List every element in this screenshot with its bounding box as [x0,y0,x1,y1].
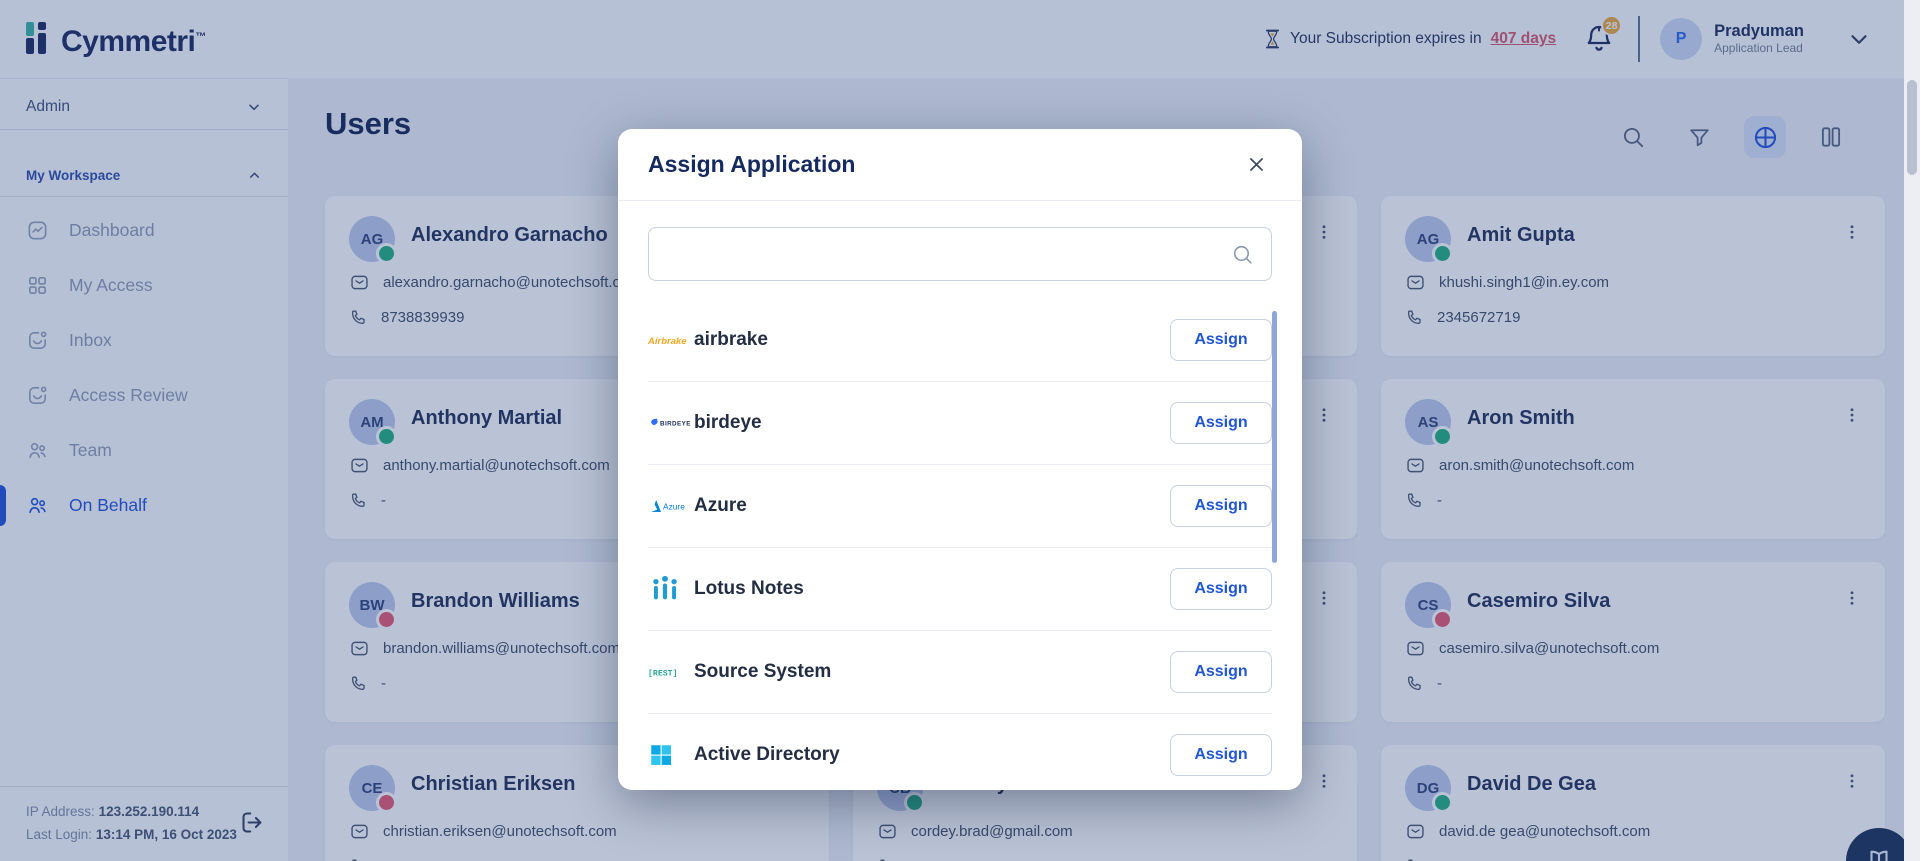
close-icon [1247,155,1266,174]
azure-logo-icon: Azure [648,497,694,515]
assign-application-modal: Assign Application Airbrake airbrake Ass… [618,129,1302,790]
assign-button[interactable]: Assign [1170,568,1272,610]
birdeye-logo-icon: BIRDEYE [648,414,694,432]
assign-button[interactable]: Assign [1170,485,1272,527]
modal-list-scrollbar[interactable] [1272,311,1277,563]
scrollbar-thumb[interactable] [1907,80,1917,175]
app-name: birdeye [694,412,762,434]
rest-logo-icon: [REST] [648,664,694,680]
search-icon [1230,242,1255,267]
application-list: Airbrake airbrake Assign BIRDEYE birdeye… [648,299,1272,790]
active-directory-logo-icon [648,742,694,768]
svg-text:Airbrake: Airbrake [648,336,687,347]
assign-button[interactable]: Assign [1170,402,1272,444]
modal-header: Assign Application [618,129,1302,201]
page-scrollbar[interactable] [1904,0,1920,861]
assign-button[interactable]: Assign [1170,319,1272,361]
application-search-input[interactable] [649,228,1271,280]
application-row: Azure Azure Assign [648,464,1272,547]
modal-close-button[interactable] [1241,149,1272,180]
application-search [648,227,1272,281]
app-name: airbrake [694,329,768,351]
airbrake-logo-icon: Airbrake [648,330,694,350]
assign-button[interactable]: Assign [1170,734,1272,776]
application-row: BIRDEYE birdeye Assign [648,381,1272,464]
modal-title: Assign Application [648,151,855,178]
app-window: Cymmetri™ Your Subscription expires in 4… [0,0,1920,861]
application-row: Airbrake airbrake Assign [648,299,1272,381]
application-row: [REST] Source System Assign [648,630,1272,713]
app-name: Source System [694,661,831,683]
svg-text:BIRDEYE: BIRDEYE [660,421,691,428]
lotus-notes-logo-icon [648,572,694,606]
app-name: Active Directory [694,744,840,766]
application-row: Active Directory Assign [648,713,1272,790]
application-row: Lotus Notes Assign [648,547,1272,630]
app-name: Azure [694,495,747,517]
svg-text:Azure: Azure [663,502,685,512]
svg-text:[REST]: [REST] [648,669,677,679]
assign-button[interactable]: Assign [1170,651,1272,693]
app-name: Lotus Notes [694,578,804,600]
